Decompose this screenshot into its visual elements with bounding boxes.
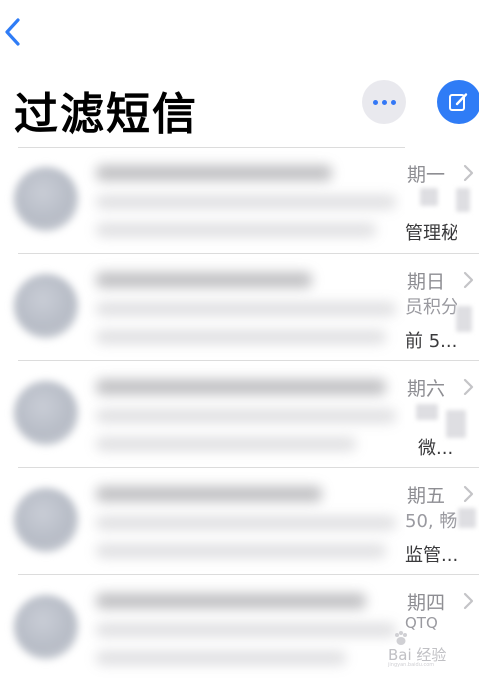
avatar: [14, 488, 78, 552]
chevron-left-icon: [5, 18, 20, 46]
blurred-preview: [96, 409, 396, 423]
chevron-right-icon: [463, 378, 474, 396]
blurred-snippet: [456, 188, 470, 212]
message-snippet: 50, 畅享: [405, 511, 457, 532]
blurred-preview: [96, 330, 386, 344]
blurred-snippet: [456, 306, 472, 332]
blurred-snippet: [420, 188, 438, 206]
blurred-preview: [96, 516, 396, 530]
compose-button[interactable]: [437, 80, 479, 124]
blurred-sender: [96, 272, 312, 288]
page-title: 过滤短信: [14, 89, 198, 140]
blurred-preview: [96, 437, 356, 451]
message-snippet: 管理秘...: [405, 223, 457, 244]
watermark-sub: jingyan.baidu.com: [388, 662, 435, 668]
avatar: [14, 381, 78, 445]
message-snippet: 监管...: [405, 545, 457, 566]
avatar: [14, 167, 78, 231]
message-date: 期日: [407, 271, 446, 293]
blurred-sender: [96, 165, 332, 181]
blurred-preview: [96, 544, 386, 558]
more-options-button[interactable]: [362, 80, 406, 124]
message-date: 期五: [407, 485, 446, 507]
blurred-preview: [96, 302, 396, 316]
ellipsis-dot: [390, 99, 396, 105]
blurred-preview: [96, 623, 396, 637]
baidu-watermark: Bai 经验 jingyan.baidu.com: [386, 628, 479, 668]
divider: [405, 574, 479, 575]
blurred-sender: [96, 379, 386, 395]
compose-icon: [449, 93, 468, 111]
blurred-preview: [96, 195, 396, 209]
avatar: [14, 274, 78, 338]
ellipsis-icon: [372, 99, 378, 105]
chevron-right-icon: [463, 485, 474, 503]
message-snippet: 微...: [418, 438, 454, 459]
ellipsis-dot: [381, 99, 387, 105]
divider: [405, 253, 479, 254]
message-snippet: 前 5...: [405, 331, 457, 352]
blurred-snippet: [458, 508, 476, 528]
message-date: 期四: [407, 592, 446, 614]
blurred-sender: [96, 593, 366, 609]
chevron-right-icon: [463, 164, 474, 182]
message-date: 期六: [407, 378, 446, 400]
message-date: 期一: [407, 164, 446, 186]
blurred-preview: [96, 223, 376, 237]
chevron-right-icon: [463, 592, 474, 610]
back-button[interactable]: [2, 14, 26, 50]
message-snippet: 员积分: [405, 297, 457, 318]
blurred-preview: [96, 651, 346, 665]
blurred-sender: [96, 486, 322, 502]
blurred-snippet: [416, 404, 438, 420]
divider: [405, 360, 479, 361]
divider: [405, 467, 479, 468]
chevron-right-icon: [463, 271, 474, 289]
avatar: [14, 595, 78, 659]
